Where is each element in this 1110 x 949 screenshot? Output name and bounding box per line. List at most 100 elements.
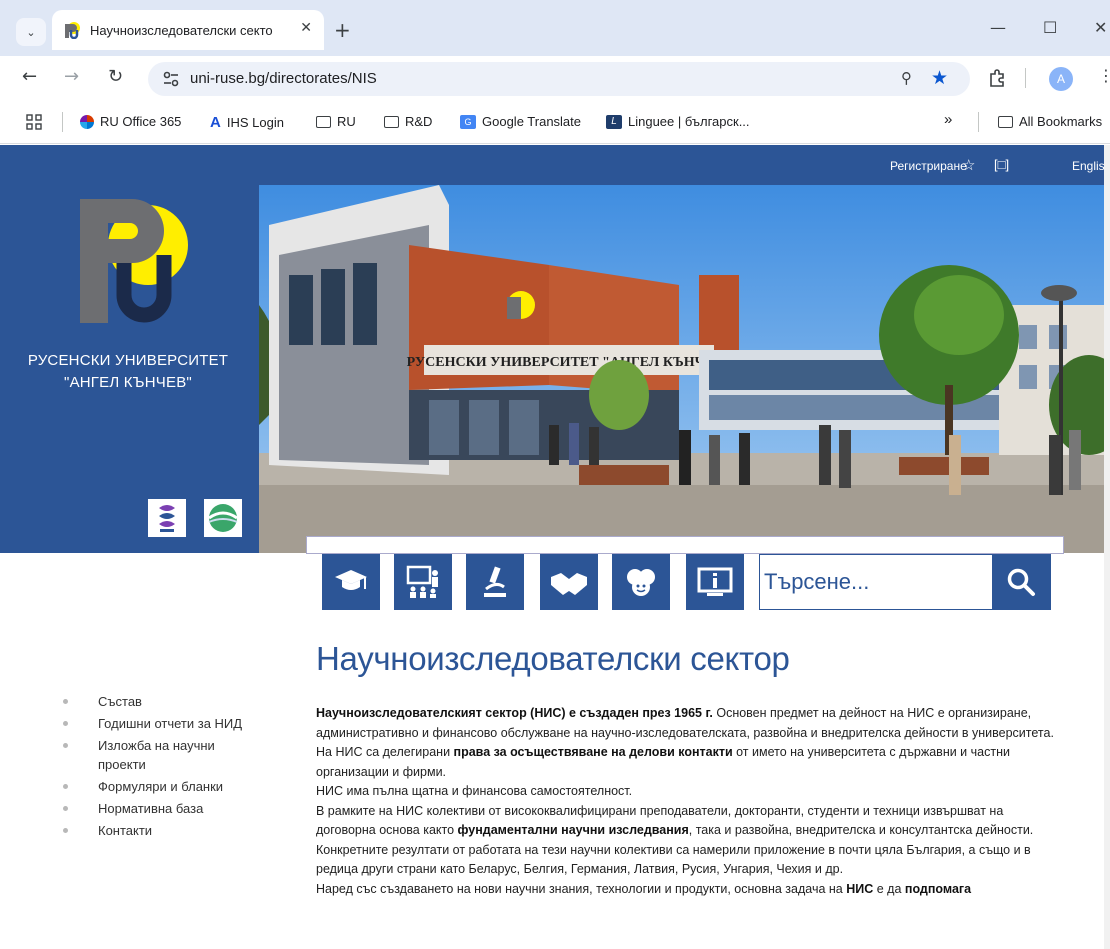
partner-logo-2-icon[interactable] xyxy=(204,499,242,537)
office365-icon xyxy=(80,114,94,129)
education-nav-tile[interactable] xyxy=(322,554,380,610)
bold-text: фундаментални научни изследвания xyxy=(457,823,689,837)
bold-text: Научноизследователският сектор (НИС) е с… xyxy=(316,706,713,720)
page-title: Научноизследователски сектор xyxy=(316,640,790,677)
folder-icon xyxy=(316,115,331,128)
paragraph-main-task: Наред със създаването на нови научни зна… xyxy=(316,880,1056,900)
paragraph-rights: На НИС са делегирани права за осъществяв… xyxy=(316,743,1056,782)
toolbar-divider xyxy=(1025,68,1026,88)
lecture-nav-tile[interactable] xyxy=(394,554,452,610)
paragraph-founding: Научноизследователският сектор (НИС) е с… xyxy=(316,704,1056,743)
bookmark-linguee[interactable]: L Linguee | българск... xyxy=(606,114,750,129)
bookmark-star-icon[interactable]: ★ xyxy=(931,67,948,89)
bookmark-label: Linguee | българск... xyxy=(628,114,750,129)
bookmarks-bar: RU Office 365 A IHS Login RU R&D G Googl… xyxy=(0,100,1110,144)
students-nav-tile[interactable] xyxy=(612,554,670,610)
bookmark-google-translate[interactable]: G Google Translate xyxy=(460,114,581,129)
bookmark-folder-rd[interactable]: R&D xyxy=(384,114,432,129)
partnership-nav-tile[interactable] xyxy=(540,554,598,610)
search-icon xyxy=(1007,568,1035,596)
university-logo-icon[interactable] xyxy=(62,197,192,332)
site-search xyxy=(759,554,1051,610)
back-arrow-icon[interactable]: ← xyxy=(22,66,37,87)
close-window-icon[interactable]: ✕ xyxy=(1094,18,1107,37)
paragraph-text: , така и развойна, внедрителска и консул… xyxy=(688,823,1034,837)
all-bookmarks-button[interactable]: All Bookmarks xyxy=(998,114,1102,129)
profile-avatar[interactable]: A xyxy=(1049,67,1073,91)
graduation-cap-icon xyxy=(335,570,367,590)
bookmark-ihs-login[interactable]: A IHS Login xyxy=(210,114,284,131)
new-tab-icon[interactable]: + xyxy=(334,18,351,42)
classroom-board-icon xyxy=(406,565,438,598)
minimize-icon[interactable]: — xyxy=(990,18,1006,37)
university-name: РУСЕНСКИ УНИВЕРСИТЕТ "АНГЕЛ КЪНЧЕВ" xyxy=(18,350,238,394)
handshake-icon xyxy=(551,573,587,595)
url-text: uni-ruse.bg/directorates/NIS xyxy=(190,70,377,87)
building-sign-text: РУСЕНСКИ УНИВЕРСИТЕТ "АНГЕЛ КЪНЧЕВ" xyxy=(407,355,732,370)
sidebar-nav: Състав Годишни отчети за НИД Изложба на … xyxy=(60,692,260,843)
zoom-icon[interactable]: ⚲ xyxy=(901,69,912,87)
maximize-icon[interactable]: ☐ xyxy=(1043,18,1057,37)
linguee-icon: L xyxy=(606,114,622,129)
paragraph-independence: НИС има пълна щатна и финансова самостоя… xyxy=(316,784,633,798)
forward-arrow-icon[interactable]: → xyxy=(64,66,79,87)
paragraph-text: Наред със създаването на нови научни зна… xyxy=(316,881,847,896)
tab-title: Научноизследователски секто xyxy=(90,22,273,38)
tab-search-button[interactable]: ⌄ xyxy=(16,18,46,46)
sidebar-item-forms[interactable]: Формуляри и бланки xyxy=(60,777,260,796)
bold-text: права за осъществяване на делови контакт… xyxy=(453,745,733,759)
sidebar-item-project-exhibition[interactable]: Изложба на научни проекти xyxy=(60,736,230,774)
apps-grid-icon[interactable] xyxy=(26,114,42,130)
bookmark-label: RU xyxy=(337,114,356,129)
microscope-icon xyxy=(484,566,506,597)
info-screen-icon xyxy=(697,567,733,596)
sidebar-item-annual-reports[interactable]: Годишни отчети за НИД xyxy=(60,714,260,733)
register-link[interactable]: Регистриране xyxy=(890,159,967,173)
ihs-a-icon: A xyxy=(210,114,221,131)
paragraph-research-teams: В рамките на НИС колективи от висококвал… xyxy=(316,802,1056,841)
folder-icon xyxy=(384,115,399,128)
page-scrollbar[interactable] xyxy=(1104,145,1110,949)
bold-text: подпомага xyxy=(904,881,972,896)
bookmark-folder-ru[interactable]: RU xyxy=(316,114,356,129)
address-bar[interactable]: uni-ruse.bg/directorates/NIS ⚲ ★ xyxy=(148,62,970,96)
banner-search-strip xyxy=(306,536,1064,554)
browser-tab-active[interactable]: Научноизследователски секто ✕ xyxy=(52,10,324,50)
extensions-puzzle-icon[interactable] xyxy=(988,68,1006,88)
paragraph-results: Конкретните резултати от работата на тез… xyxy=(316,842,1031,877)
site-settings-icon[interactable] xyxy=(162,70,180,88)
partner-logo-1-icon[interactable] xyxy=(148,499,186,537)
tab-close-icon[interactable]: ✕ xyxy=(300,20,312,36)
bookmark-label: RU Office 365 xyxy=(100,114,182,129)
reload-icon[interactable]: ↻ xyxy=(108,66,123,87)
bookmarks-divider xyxy=(978,112,979,132)
folder-icon xyxy=(998,115,1013,128)
ribbon-emblem-icon xyxy=(159,505,175,532)
google-translate-icon: G xyxy=(460,114,476,129)
paragraph-text: е да xyxy=(873,881,905,896)
information-nav-tile[interactable] xyxy=(686,554,744,610)
accessibility-frame-icon[interactable]: [□] xyxy=(994,157,1009,172)
search-input[interactable] xyxy=(760,555,992,609)
sidebar-item-staff[interactable]: Състав xyxy=(60,692,260,711)
browser-menu-icon[interactable]: ⋮ xyxy=(1098,66,1110,85)
bookmarks-overflow-chevron-icon[interactable]: » xyxy=(944,111,952,128)
bookmark-label: R&D xyxy=(405,114,433,129)
bookmark-office365[interactable]: RU Office 365 xyxy=(80,114,181,129)
bookmark-label: All Bookmarks xyxy=(1019,114,1103,129)
student-faces-icon xyxy=(627,569,655,596)
university-name-line1: РУСЕНСКИ УНИВЕРСИТЕТ xyxy=(27,352,229,369)
browser-tab-strip: ⌄ Научноизследователски секто ✕ + — ☐ ✕ xyxy=(0,0,1110,56)
bookmarks-divider xyxy=(62,112,63,132)
sidebar-item-contacts[interactable]: Контакти xyxy=(60,821,260,840)
favorite-star-icon[interactable]: ☆ xyxy=(962,156,975,174)
university-name-line2: "АНГЕЛ КЪНЧЕВ" xyxy=(64,374,192,391)
research-nav-tile[interactable] xyxy=(466,554,524,610)
sidebar-item-regulations[interactable]: Нормативна база xyxy=(60,799,260,818)
paragraph-text: На НИС са делегирани xyxy=(316,745,454,759)
search-button[interactable] xyxy=(992,555,1050,609)
globe-emblem-icon xyxy=(208,504,238,532)
utility-bar: Регистриране ☆ [□] English xyxy=(0,145,1110,185)
campus-hero-image: РУСЕНСКИ УНИВЕРСИТЕТ "АНГЕЛ КЪНЧЕВ" xyxy=(259,185,1110,553)
bold-text: НИС xyxy=(846,881,874,896)
